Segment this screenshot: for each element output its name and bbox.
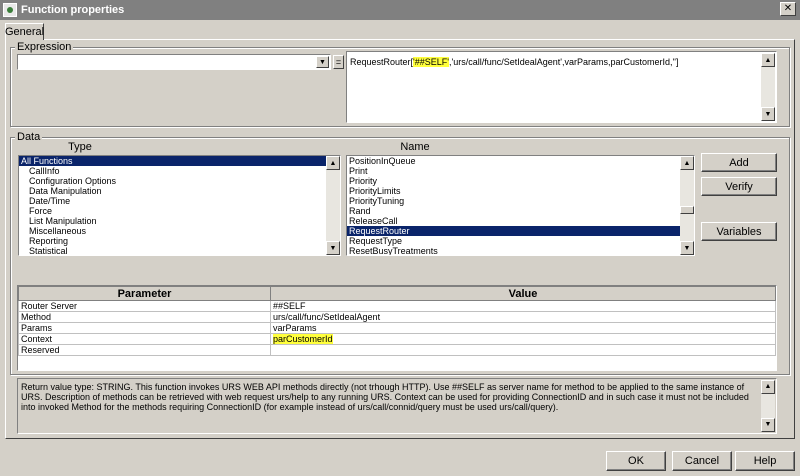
value-cell[interactable]: ##SELF bbox=[270, 300, 776, 312]
name-list-item[interactable]: Priority bbox=[347, 176, 694, 186]
name-list-item[interactable]: PriorityTuning bbox=[347, 196, 694, 206]
name-list-scrollbar[interactable]: ▲ ▼ bbox=[680, 156, 694, 255]
name-list-item[interactable]: Print bbox=[347, 166, 694, 176]
verify-button[interactable]: Verify bbox=[701, 177, 777, 196]
app-icon bbox=[3, 3, 17, 17]
scroll-up-icon[interactable]: ▲ bbox=[326, 156, 340, 170]
value-text: parCustomerId bbox=[273, 334, 333, 344]
close-button[interactable]: ✕ bbox=[780, 2, 796, 16]
expression-text-highlight: '##SELF' bbox=[413, 57, 450, 67]
scroll-down-icon[interactable]: ▼ bbox=[680, 241, 694, 255]
type-list-scrollbar[interactable]: ▲ ▼ bbox=[326, 156, 340, 255]
window-title: Function properties bbox=[21, 4, 125, 16]
scroll-down-icon[interactable]: ▼ bbox=[761, 107, 775, 121]
variables-button[interactable]: Variables bbox=[701, 222, 777, 241]
value-text: varParams bbox=[273, 323, 317, 333]
type-list-item[interactable]: Configuration Options bbox=[19, 176, 340, 186]
value-cell[interactable] bbox=[270, 344, 776, 356]
name-list-item[interactable]: ResetBusyTreatments bbox=[347, 246, 694, 255]
name-list-item[interactable]: RequestType bbox=[347, 236, 694, 246]
title-bar: Function properties ✕ bbox=[0, 0, 800, 20]
type-list-item[interactable]: All Functions bbox=[19, 156, 340, 166]
type-list-items: All Functions CallInfo Configuration Optio… bbox=[19, 156, 340, 255]
chevron-down-icon[interactable]: ▼ bbox=[316, 56, 329, 68]
value-cell[interactable]: parCustomerId bbox=[270, 333, 776, 345]
description-box: Return value type: STRING. This function… bbox=[17, 378, 777, 434]
name-list[interactable]: PositionInQueue Print Priority PriorityLimi… bbox=[346, 155, 695, 256]
table-row[interactable]: Context parCustomerId bbox=[18, 333, 776, 345]
type-list-item[interactable]: CallInfo bbox=[19, 166, 340, 176]
table-row[interactable]: Router Server ##SELF bbox=[18, 300, 776, 312]
equals-button[interactable]: = bbox=[333, 55, 344, 69]
name-list-item[interactable]: PositionInQueue bbox=[347, 156, 694, 166]
description-text: Return value type: STRING. This function… bbox=[21, 382, 749, 412]
parameter-column-header[interactable]: Parameter bbox=[18, 286, 271, 301]
scroll-up-icon[interactable]: ▲ bbox=[761, 380, 775, 394]
expression-text-suffix: ,'urs/call/func/SetIdealAgent',varParams… bbox=[449, 57, 679, 67]
description-scrollbar[interactable]: ▲ ▼ bbox=[761, 380, 775, 432]
parameter-cell: Reserved bbox=[18, 344, 271, 356]
parameter-cell: Method bbox=[18, 311, 271, 323]
scroll-up-icon[interactable]: ▲ bbox=[680, 156, 694, 170]
value-cell[interactable]: urs/call/func/SetIdealAgent bbox=[270, 311, 776, 323]
expression-text-prefix: RequestRouter[ bbox=[350, 57, 414, 67]
parameter-cell: Router Server bbox=[18, 300, 271, 312]
name-list-items: PositionInQueue Print Priority PriorityLimi… bbox=[347, 156, 694, 255]
value-text: urs/call/func/SetIdealAgent bbox=[273, 312, 381, 322]
expression-scrollbar[interactable]: ▲ ▼ bbox=[761, 53, 775, 121]
parameter-table: Parameter Value Router Server ##SELF Metho… bbox=[18, 286, 776, 356]
help-button[interactable]: Help bbox=[735, 451, 795, 471]
type-header: Type bbox=[68, 141, 92, 153]
scroll-down-icon[interactable]: ▼ bbox=[326, 241, 340, 255]
parameter-cell: Params bbox=[18, 322, 271, 334]
table-row[interactable]: Params varParams bbox=[18, 322, 776, 334]
cancel-button[interactable]: Cancel bbox=[672, 451, 732, 471]
name-list-item[interactable]: ReleaseCall bbox=[347, 216, 694, 226]
parameter-grid[interactable]: Parameter Value Router Server ##SELF Metho… bbox=[17, 285, 777, 371]
ok-button[interactable]: OK bbox=[606, 451, 666, 471]
data-group-label: Data bbox=[15, 131, 43, 143]
type-list-item[interactable]: List Manipulation bbox=[19, 216, 340, 226]
type-list-item[interactable]: Force bbox=[19, 206, 340, 216]
name-list-item[interactable]: PriorityLimits bbox=[347, 186, 694, 196]
add-button[interactable]: Add bbox=[701, 153, 777, 172]
expression-combo[interactable]: ▼ bbox=[17, 54, 331, 70]
type-list-item[interactable]: Reporting bbox=[19, 236, 340, 246]
tab-general[interactable]: General bbox=[5, 23, 44, 40]
type-list-item[interactable]: Miscellaneous bbox=[19, 226, 340, 236]
scroll-thumb[interactable] bbox=[680, 206, 694, 214]
type-list-item[interactable]: Date/Time bbox=[19, 196, 340, 206]
type-list[interactable]: All Functions CallInfo Configuration Optio… bbox=[18, 155, 341, 256]
scroll-down-icon[interactable]: ▼ bbox=[761, 418, 775, 432]
table-row[interactable]: Method urs/call/func/SetIdealAgent bbox=[18, 311, 776, 323]
scroll-up-icon[interactable]: ▲ bbox=[761, 53, 775, 67]
value-text: ##SELF bbox=[273, 301, 306, 311]
value-cell[interactable]: varParams bbox=[270, 322, 776, 334]
type-list-item[interactable]: Statistical bbox=[19, 246, 340, 255]
expression-group-label: Expression bbox=[15, 41, 74, 53]
name-header: Name bbox=[400, 141, 430, 153]
expression-textarea[interactable]: RequestRouter['##SELF','urs/call/func/Se… bbox=[346, 51, 777, 123]
type-list-item[interactable]: Data Manipulation bbox=[19, 186, 340, 196]
parameter-cell: Context bbox=[18, 333, 271, 345]
table-row[interactable]: Reserved bbox=[18, 344, 776, 356]
name-list-item[interactable]: Rand bbox=[347, 206, 694, 216]
value-column-header[interactable]: Value bbox=[270, 286, 776, 301]
name-list-item[interactable]: RequestRouter bbox=[347, 226, 694, 236]
